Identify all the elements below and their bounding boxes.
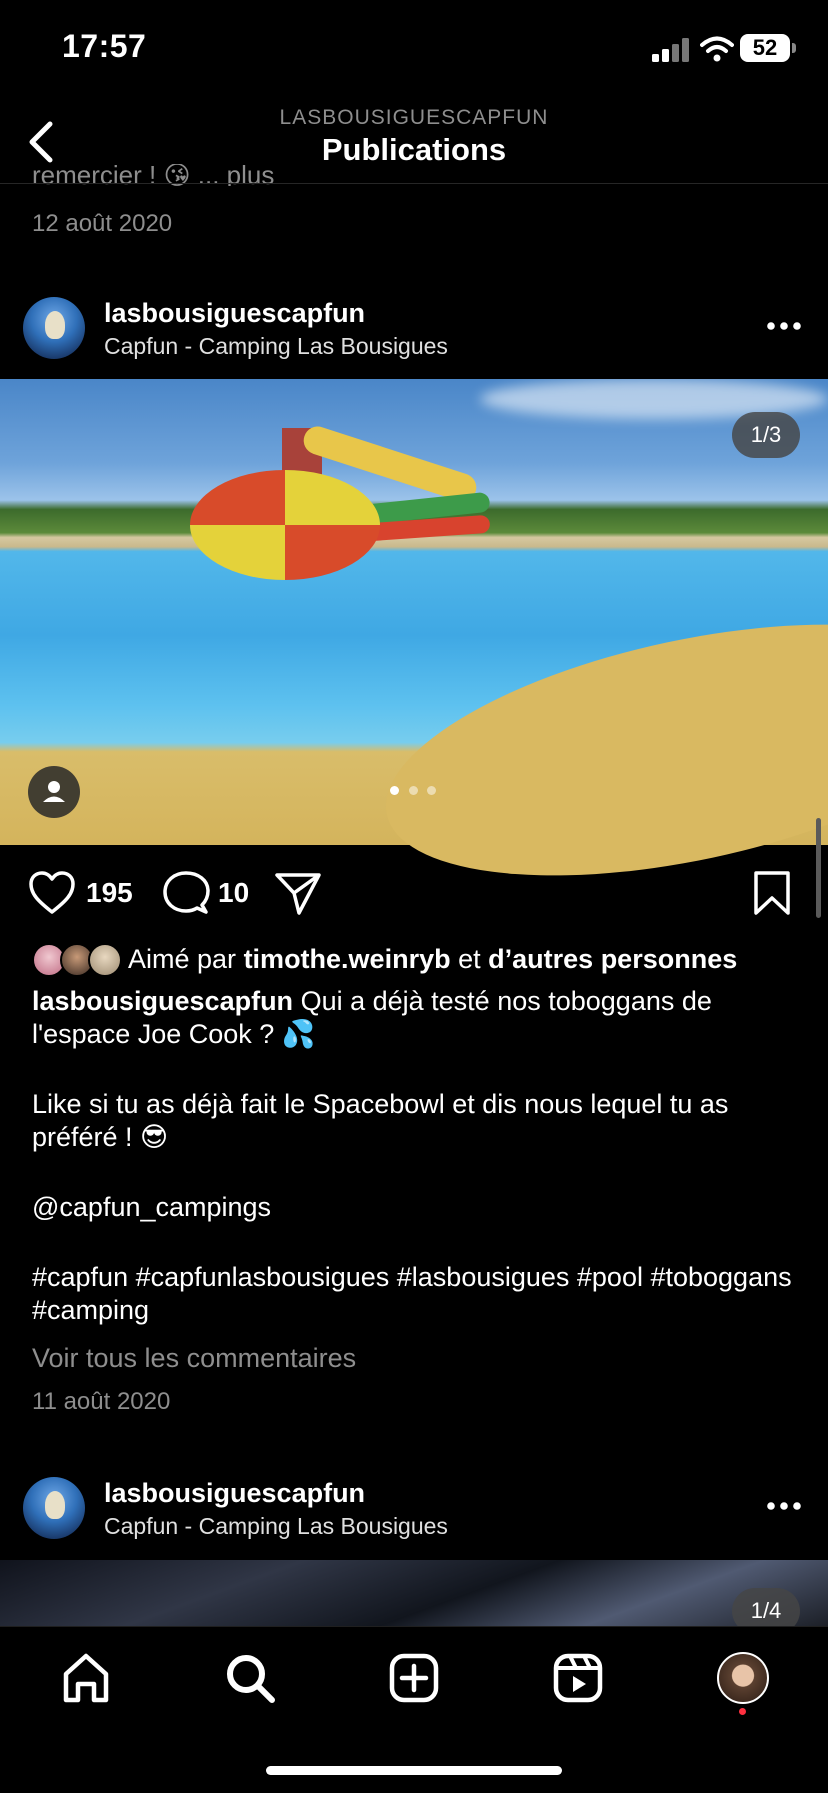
caption-username[interactable]: lasbousiguescapfun — [32, 986, 293, 1016]
next-post-location[interactable]: Capfun - Camping Las Bousigues — [104, 1513, 448, 1540]
caption-text-2: Like si tu as déjà fait le Spacebowl et … — [32, 1089, 729, 1152]
page-title: Publications — [321, 132, 507, 167]
person-icon — [43, 781, 65, 802]
post-username[interactable]: lasbousiguescapfun — [104, 298, 365, 329]
likes-count[interactable]: 195 — [86, 877, 133, 909]
liked-by-others[interactable]: d’autres personnes — [488, 944, 737, 974]
create-icon[interactable] — [386, 1650, 442, 1706]
search-icon[interactable] — [222, 1650, 278, 1706]
next-post-username[interactable]: lasbousiguescapfun — [104, 1478, 365, 1509]
liked-by-user[interactable]: timothe.weinryb — [244, 944, 451, 974]
post-avatar[interactable] — [23, 297, 85, 359]
wifi-icon — [700, 36, 734, 62]
liker-avatar[interactable] — [88, 943, 122, 977]
carousel-dot — [390, 786, 399, 795]
post-date: 11 août 2020 — [32, 1388, 171, 1415]
heart-icon[interactable] — [28, 870, 76, 916]
signal-icon — [652, 38, 689, 62]
header-divider — [0, 183, 828, 184]
media-counter: 1/3 — [732, 412, 800, 458]
battery-indicator: 52 — [740, 34, 796, 62]
home-icon[interactable] — [58, 1650, 114, 1706]
header-subtitle: LASBOUSIGUESCAPFUN — [279, 106, 549, 129]
caption-mention[interactable]: @capfun_campings — [32, 1191, 792, 1224]
home-indicator[interactable] — [266, 1766, 562, 1775]
post-caption: lasbousiguescapfun Qui a déjà testé nos … — [32, 985, 792, 1327]
post-location[interactable]: Capfun - Camping Las Bousigues — [104, 333, 448, 360]
profile-icon[interactable] — [717, 1652, 769, 1704]
scrollbar[interactable] — [816, 818, 821, 918]
share-icon[interactable] — [274, 870, 322, 916]
liked-by-and: et — [458, 944, 481, 974]
liked-by-line[interactable]: Aimé par timothe.weinryb et d’autres per… — [128, 944, 737, 975]
view-all-comments-link[interactable]: Voir tous les commentaires — [32, 1343, 356, 1374]
more-icon[interactable] — [766, 1500, 802, 1512]
previous-post-date: 12 août 2020 — [32, 210, 173, 237]
next-post-avatar[interactable] — [23, 1477, 85, 1539]
notification-dot — [739, 1708, 746, 1715]
comment-icon[interactable] — [162, 870, 210, 916]
comments-count[interactable]: 10 — [218, 877, 249, 909]
more-icon[interactable] — [766, 320, 802, 332]
spacebowl-slide — [190, 470, 380, 580]
next-post-photo[interactable] — [0, 1560, 828, 1630]
carousel-dot — [427, 786, 436, 795]
carousel-dot — [409, 786, 418, 795]
bookmark-icon[interactable] — [752, 870, 792, 916]
caption-hashtags[interactable]: #capfun #capfunlasbousigues #lasbousigue… — [32, 1261, 792, 1327]
status-time: 17:57 — [62, 28, 147, 64]
user-tag-button[interactable] — [28, 766, 80, 818]
liked-by-prefix: Aimé par — [128, 944, 237, 974]
reels-icon[interactable] — [550, 1650, 606, 1706]
